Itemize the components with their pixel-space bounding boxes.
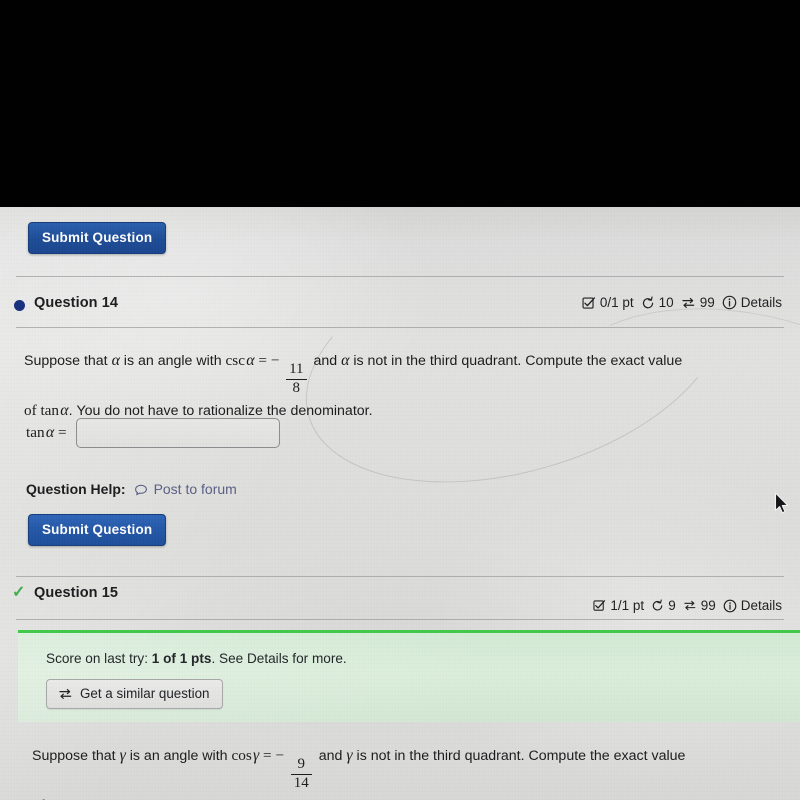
score-on-last-try-text: Score on last try: 1 of 1 pts. See Detai… [46, 651, 347, 666]
q14-var-2: α [246, 352, 255, 369]
screenshot-root: Submit Question Question 14 0/1 pt 10 99… [0, 0, 800, 800]
get-a-similar-question-button[interactable]: Get a similar question [46, 679, 223, 710]
q15-text-1: Suppose that [32, 748, 120, 764]
question-14-help-row: Question Help: Post to forum [26, 481, 237, 497]
question-15-score: 1/1 pt [593, 598, 644, 613]
question-14-attempts-text: 10 [658, 295, 674, 310]
screen-glare-right [430, 457, 800, 787]
question-15-header: ✓ Question 15 1/1 pt 9 99 Details [0, 584, 800, 613]
question-15-attempts-text: 9 [668, 598, 676, 613]
question-15-details-label: Details [740, 598, 782, 613]
question-14-attempts: 10 [641, 295, 674, 310]
question-15-score-text: 1/1 pt [610, 598, 645, 613]
q14-minus: − [270, 352, 280, 369]
q14-var-1: α [111, 352, 120, 369]
question-15-prompt: Suppose that γ is an angle with cos γ = … [32, 742, 762, 800]
q15-fraction-numerator: 9 [297, 756, 306, 773]
green-check-icon: ✓ [12, 584, 26, 601]
question-14-answer-row: tan α = [26, 418, 280, 448]
question-14-header: Question 14 0/1 pt 10 99 Details [0, 295, 800, 321]
retry-icon [651, 599, 664, 612]
question-15-similar-text: 99 [700, 598, 716, 613]
divider-above-question-14 [16, 276, 784, 277]
question-14-title: Question 14 [34, 295, 119, 311]
q15-fraction: 9 14 [290, 756, 312, 792]
q14-answer-fn: tan [26, 424, 45, 441]
score-text-pre: Score on last try: [46, 651, 152, 666]
q14-fraction: 11 8 [286, 361, 307, 397]
checkbox-icon [582, 296, 596, 310]
question-14-similar-text: 99 [699, 295, 715, 310]
question-15-title: Question 15 [34, 585, 119, 601]
post-to-forum-label: Post to forum [153, 481, 237, 497]
divider-above-question-15 [16, 576, 784, 577]
question-14-answer-input[interactable] [75, 418, 280, 448]
q15-equals: = [263, 747, 272, 764]
black-letterbox-area [0, 0, 800, 207]
swap-icon [681, 296, 696, 310]
q15-minus: − [275, 747, 284, 764]
submit-question-button-q14[interactable]: Submit Question [28, 514, 167, 546]
retry-icon [641, 296, 655, 310]
q14-text-5: of tan [24, 402, 60, 420]
blue-dot-icon [14, 300, 25, 311]
question-14-answer-label: tan α = [26, 424, 67, 442]
post-to-forum-link[interactable]: Post to forum [134, 481, 237, 497]
question-14-meta: 0/1 pt 10 99 Details [582, 295, 782, 310]
q14-fraction-numerator: 11 [289, 361, 304, 378]
q15-text-2: is an angle with [125, 748, 232, 764]
divider-below-question-15-header [16, 619, 784, 620]
score-text-post: . See Details for more. [211, 651, 347, 666]
swap-icon [58, 686, 73, 701]
speech-bubble-icon [134, 481, 148, 497]
q14-var-4: α [60, 402, 69, 420]
question-help-label: Question Help: [26, 481, 126, 497]
question-14-similar-count: 99 [681, 295, 715, 310]
swap-icon [683, 599, 697, 612]
q15-var-2: γ [253, 747, 260, 764]
info-icon [723, 599, 737, 613]
q14-text-4: is not in the third quadrant. Compute th… [349, 353, 683, 369]
q14-text-2: is an angle with [119, 353, 226, 369]
q15-text-3: and [314, 748, 347, 764]
question-14-score-text: 0/1 pt [599, 295, 634, 310]
q14-text-1: Suppose that [24, 353, 112, 369]
question-14-details-button[interactable]: Details [722, 295, 782, 310]
info-icon [722, 295, 737, 310]
q14-answer-var: α [45, 424, 55, 441]
question-15-details-button[interactable]: Details [723, 598, 782, 613]
q15-func: cos [231, 747, 252, 764]
question-15-meta: 1/1 pt 9 99 Details [593, 598, 782, 613]
q14-text-3: and [309, 353, 342, 369]
q14-text-6: . You do not have to rationalize the den… [68, 403, 373, 420]
q15-fraction-denominator: 14 [293, 775, 309, 792]
question-14-details-label: Details [740, 295, 782, 310]
question-15-result-panel: Score on last try: 1 of 1 pts. See Detai… [18, 630, 800, 722]
q14-answer-eq: = [58, 424, 67, 441]
checkbox-icon [593, 599, 606, 612]
q14-fraction-denominator: 8 [292, 380, 301, 397]
divider-below-question-14-header [16, 327, 784, 328]
get-similar-question-label: Get a similar question [80, 686, 210, 702]
question-14-prompt: Suppose that α is an angle with csc α = … [24, 347, 759, 425]
question-15-attempts: 9 [651, 598, 676, 613]
submit-question-button-top[interactable]: Submit Question [28, 222, 167, 254]
q15-text-4: is not in the third quadrant. Compute th… [352, 748, 686, 764]
q14-func: csc [225, 352, 245, 369]
question-15-similar-count: 99 [683, 598, 716, 613]
quiz-page-photo: Submit Question Question 14 0/1 pt 10 99… [0, 207, 800, 800]
question-14-score: 0/1 pt [582, 295, 634, 310]
q14-equals: = [258, 352, 267, 369]
score-text-bold: 1 of 1 pts [151, 651, 212, 666]
